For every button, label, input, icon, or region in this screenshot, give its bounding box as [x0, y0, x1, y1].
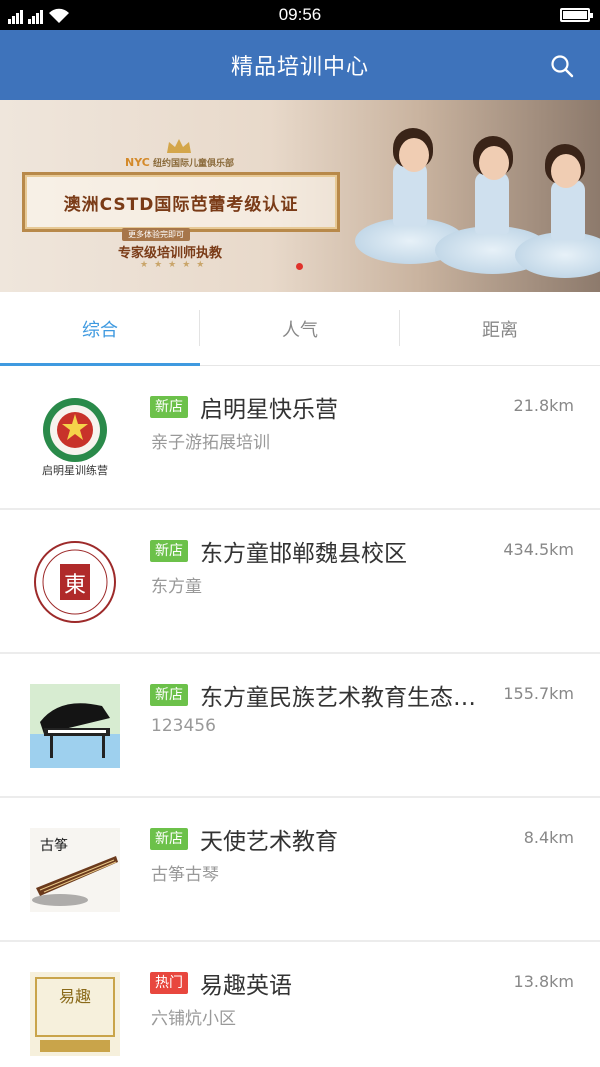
svg-text:启明星训练营: 启明星训练营 [42, 463, 108, 477]
tab-comprehensive[interactable]: 综合 [0, 292, 200, 366]
list-item[interactable]: 易趣 热门 易趣英语 13.8km 六铺炕小区 [0, 942, 600, 1067]
banner-brand-sub: 纽约国际儿童俱乐部 [153, 159, 235, 169]
banner-brand-logo: NYC [125, 156, 150, 169]
distance: 8.4km [523, 828, 574, 847]
tab-label: 综合 [82, 319, 118, 341]
ballet-dancer-image [355, 100, 600, 292]
center-category: 亲子游拓展培训 [151, 433, 270, 453]
status-bar: 09:56 [0, 0, 600, 30]
training-center-list: 启明星训练营 新店 启明星快乐营 21.8km 亲子游拓展培训 東 新店 东方童… [0, 366, 600, 1067]
tab-label: 距离 [482, 319, 518, 341]
promo-banner[interactable]: NYC 纽约国际儿童俱乐部 澳洲CSTD国际芭蕾考级认证 更多体验完即可 专家级… [0, 100, 600, 292]
svg-text:東: 東 [64, 573, 86, 598]
signal-indicators [8, 6, 70, 24]
distance: 434.5km [503, 540, 574, 559]
sort-tabs: 综合 人气 距离 [0, 292, 600, 366]
list-item[interactable]: 東 新店 东方童邯郸魏县校区 434.5km 东方童 [0, 510, 600, 654]
center-name: 易趣英语 [200, 973, 292, 999]
center-category: 东方童 [151, 577, 202, 597]
tab-popularity[interactable]: 人气 [200, 292, 400, 365]
sim1-signal-icon [8, 10, 23, 24]
center-name: 东方童邯郸魏县校区 [200, 541, 407, 567]
page-title: 精品培训中心 [230, 55, 369, 80]
center-category: 六铺炕小区 [151, 1009, 236, 1029]
svg-text:易趣: 易趣 [59, 987, 91, 1006]
banner-plaque: 澳洲CSTD国际芭蕾考级认证 [22, 172, 340, 232]
crown-icon [167, 139, 191, 153]
center-name: 天使艺术教育 [200, 829, 338, 855]
banner-brand: NYC 纽约国际儿童俱乐部 [125, 156, 234, 169]
carousel-indicator[interactable] [296, 263, 303, 270]
new-store-badge: 新店 [150, 684, 188, 706]
banner-headline: 澳洲CSTD国际芭蕾考级认证 [63, 194, 299, 215]
center-logo [30, 684, 120, 768]
banner-subline: 专家级培训师执教 [118, 246, 223, 261]
hot-badge: 热门 [150, 972, 188, 994]
list-item[interactable]: 古筝 新店 天使艺术教育 8.4km 古筝古琴 [0, 798, 600, 942]
center-name: 东方童民族艺术教育生态… [200, 685, 476, 711]
app-bar: 精品培训中心 [0, 30, 600, 100]
center-logo: 启明星训练营 [30, 396, 120, 480]
new-store-badge: 新店 [150, 396, 188, 418]
banner-ribbon: 更多体验完即可 [122, 228, 190, 241]
svg-text:古筝: 古筝 [40, 837, 68, 854]
list-item[interactable]: 新店 东方童民族艺术教育生态… 155.7km 123456 [0, 654, 600, 798]
distance: 155.7km [503, 684, 574, 703]
center-logo: 東 [30, 540, 120, 624]
wifi-icon [49, 8, 69, 23]
center-logo: 易趣 [30, 972, 120, 1056]
battery-icon [560, 8, 593, 22]
tab-distance[interactable]: 距离 [400, 292, 600, 365]
banner-stars: ★★★★★ [140, 260, 211, 270]
center-category: 123456 [151, 716, 216, 736]
distance: 21.8km [513, 396, 574, 415]
clock: 09:56 [278, 5, 322, 24]
tab-label: 人气 [282, 319, 318, 341]
list-item[interactable]: 启明星训练营 新店 启明星快乐营 21.8km 亲子游拓展培训 [0, 366, 600, 510]
center-name: 启明星快乐营 [200, 397, 338, 423]
center-logo: 古筝 [30, 828, 120, 912]
new-store-badge: 新店 [150, 828, 188, 850]
new-store-badge: 新店 [150, 540, 188, 562]
sim2-signal-icon [28, 10, 43, 24]
distance: 13.8km [513, 972, 574, 991]
search-icon[interactable] [550, 54, 574, 78]
center-category: 古筝古琴 [151, 865, 219, 885]
